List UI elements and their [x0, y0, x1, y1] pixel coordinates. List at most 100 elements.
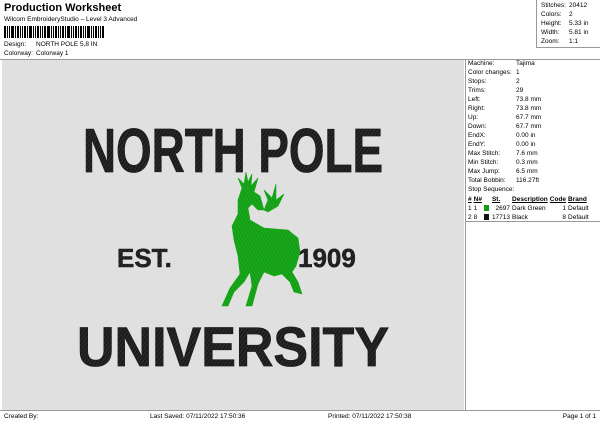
- barcode-bar: [33, 26, 34, 38]
- col-description: Description: [512, 196, 548, 203]
- barcode-bar: [4, 26, 6, 38]
- detail-value: 67.7 mm: [516, 114, 542, 121]
- row-stitches: 2697: [495, 205, 511, 212]
- detail-label: Machine:: [468, 60, 495, 67]
- barcode-bar: [75, 26, 77, 38]
- detail-row: Max Stitch: 7.6 mm: [468, 150, 538, 157]
- barcode-bar: [20, 26, 21, 38]
- barcode-bar: [83, 26, 84, 38]
- detail-label: Up:: [468, 114, 479, 121]
- barcode-bar: [65, 26, 66, 38]
- footer-last-saved: Last Saved: 07/11/2022 17:50:36: [150, 413, 246, 420]
- design-text-year: 1909: [298, 243, 356, 273]
- barcode-bar: [9, 26, 10, 38]
- detail-row: EndX: 0.00 in: [468, 132, 536, 139]
- barcode-bar: [55, 26, 57, 38]
- detail-label: Left:: [468, 96, 481, 103]
- footer-printed: Printed: 07/11/2022 17:50:38: [328, 413, 412, 420]
- deer-icon: [221, 171, 303, 307]
- detail-value: 2: [516, 78, 520, 85]
- detail-row: Trims: 29: [468, 87, 523, 94]
- sequence-divider: [466, 221, 600, 222]
- detail-label: Min Stitch:: [468, 159, 499, 166]
- detail-row: Left: 73.8 mm: [468, 96, 541, 103]
- barcode-bar: [37, 26, 39, 38]
- row-code: 1: [562, 205, 567, 212]
- row-needle: 1: [473, 205, 478, 212]
- detail-row: Machine: Tajima: [468, 60, 535, 67]
- barcode-bar: [51, 26, 52, 38]
- barcode-bar: [62, 26, 64, 38]
- stop-sequence-table: # N# St. Description Code Brand 1 1 2697…: [468, 195, 591, 222]
- barcode-bar: [102, 26, 104, 38]
- barcode-bar: [93, 26, 94, 38]
- footer: Created By: Last Saved: 07/11/2022 17:50…: [0, 410, 600, 424]
- detail-label: EndX:: [468, 132, 486, 139]
- detail-value: 73.8 mm: [516, 105, 542, 112]
- barcode-bar: [60, 26, 61, 38]
- detail-row: Min Stitch: 0.3 mm: [468, 159, 538, 166]
- stop-sequence-title: Stop Sequence:: [468, 186, 515, 193]
- colorway-value: Colorway 1: [36, 50, 69, 57]
- detail-value: 0.3 mm: [516, 159, 538, 166]
- barcode-bar: [78, 26, 79, 38]
- panel-divider: [465, 60, 466, 410]
- detail-row: Stops: 2: [468, 78, 520, 85]
- barcode: [4, 26, 114, 38]
- barcode-bar: [100, 26, 101, 38]
- summary-box: Stitches: 20412 Colors: 2 Height: 5.33 in W…: [536, 0, 600, 48]
- summary-colors: Colors: 2: [541, 11, 573, 18]
- detail-value: 73.8 mm: [516, 96, 542, 103]
- barcode-bar: [87, 26, 90, 38]
- detail-value: 0.00 in: [516, 132, 536, 139]
- barcode-bar: [73, 26, 74, 38]
- barcode-bar: [67, 26, 70, 38]
- design-label: Design:: [4, 41, 27, 48]
- barcode-bar: [7, 26, 8, 38]
- detail-value: 29: [516, 87, 524, 94]
- row-description: Dark Green: [512, 205, 546, 212]
- row-brand: Default: [568, 205, 589, 212]
- detail-value: 67.7 mm: [516, 123, 542, 130]
- design-row: Design: NORTH POLE 5,8 IN: [4, 41, 97, 48]
- barcode-bar: [47, 26, 50, 38]
- detail-value: 1: [516, 69, 520, 76]
- detail-value: Tajima: [516, 60, 535, 67]
- barcode-bar: [42, 26, 43, 38]
- detail-label: Max Jump:: [468, 168, 500, 175]
- detail-row: Up: 67.7 mm: [468, 114, 541, 121]
- col-stitches: St.: [491, 196, 501, 203]
- detail-row: Down: 67.7 mm: [468, 123, 541, 130]
- summary-stitches: Stitches: 20412: [541, 2, 588, 9]
- barcode-bar: [85, 26, 86, 38]
- col-needle: N#: [473, 196, 482, 203]
- embroidery-canvas: NORTH POLE EST. 1909 UNIVERSITY: [77, 117, 390, 379]
- detail-label: Right:: [468, 105, 485, 112]
- barcode-bar: [29, 26, 32, 38]
- detail-label: Trims:: [468, 87, 486, 94]
- color-swatch: [483, 204, 492, 213]
- summary-width: Width: 5.81 in: [541, 29, 589, 36]
- footer-created-by: Created By:: [4, 413, 39, 420]
- barcode-bar: [35, 26, 36, 38]
- detail-row: Total Bobbin: 116.27ft: [468, 177, 539, 184]
- design-preview: NORTH POLE EST. 1909 UNIVERSITY: [2, 60, 464, 410]
- summary-zoom: Zoom: 1:1: [541, 38, 579, 45]
- page-title: Production Worksheet: [4, 2, 122, 14]
- software-name: Wilcom EmbroideryStudio – Level 3 Advanc…: [4, 16, 138, 23]
- barcode-bar: [11, 26, 14, 38]
- barcode-bar: [27, 26, 28, 38]
- summary-height: Height: 5.33 in: [541, 20, 589, 27]
- detail-row: Right: 73.8 mm: [468, 105, 541, 112]
- barcode-bar: [91, 26, 92, 38]
- barcode-bar: [40, 26, 41, 38]
- detail-row: Max Jump: 6.5 mm: [468, 168, 538, 175]
- table-row: 1 1 2697 Dark Green 1 Default: [468, 204, 591, 213]
- barcode-bar: [24, 26, 26, 38]
- barcode-bar: [80, 26, 82, 38]
- table-header-row: # N# St. Description Code Brand: [468, 195, 591, 204]
- detail-row: Color changes: 1: [468, 69, 520, 76]
- detail-value: 6.5 mm: [516, 168, 538, 175]
- detail-value: 0.00 in: [516, 141, 536, 148]
- barcode-bar: [22, 26, 23, 38]
